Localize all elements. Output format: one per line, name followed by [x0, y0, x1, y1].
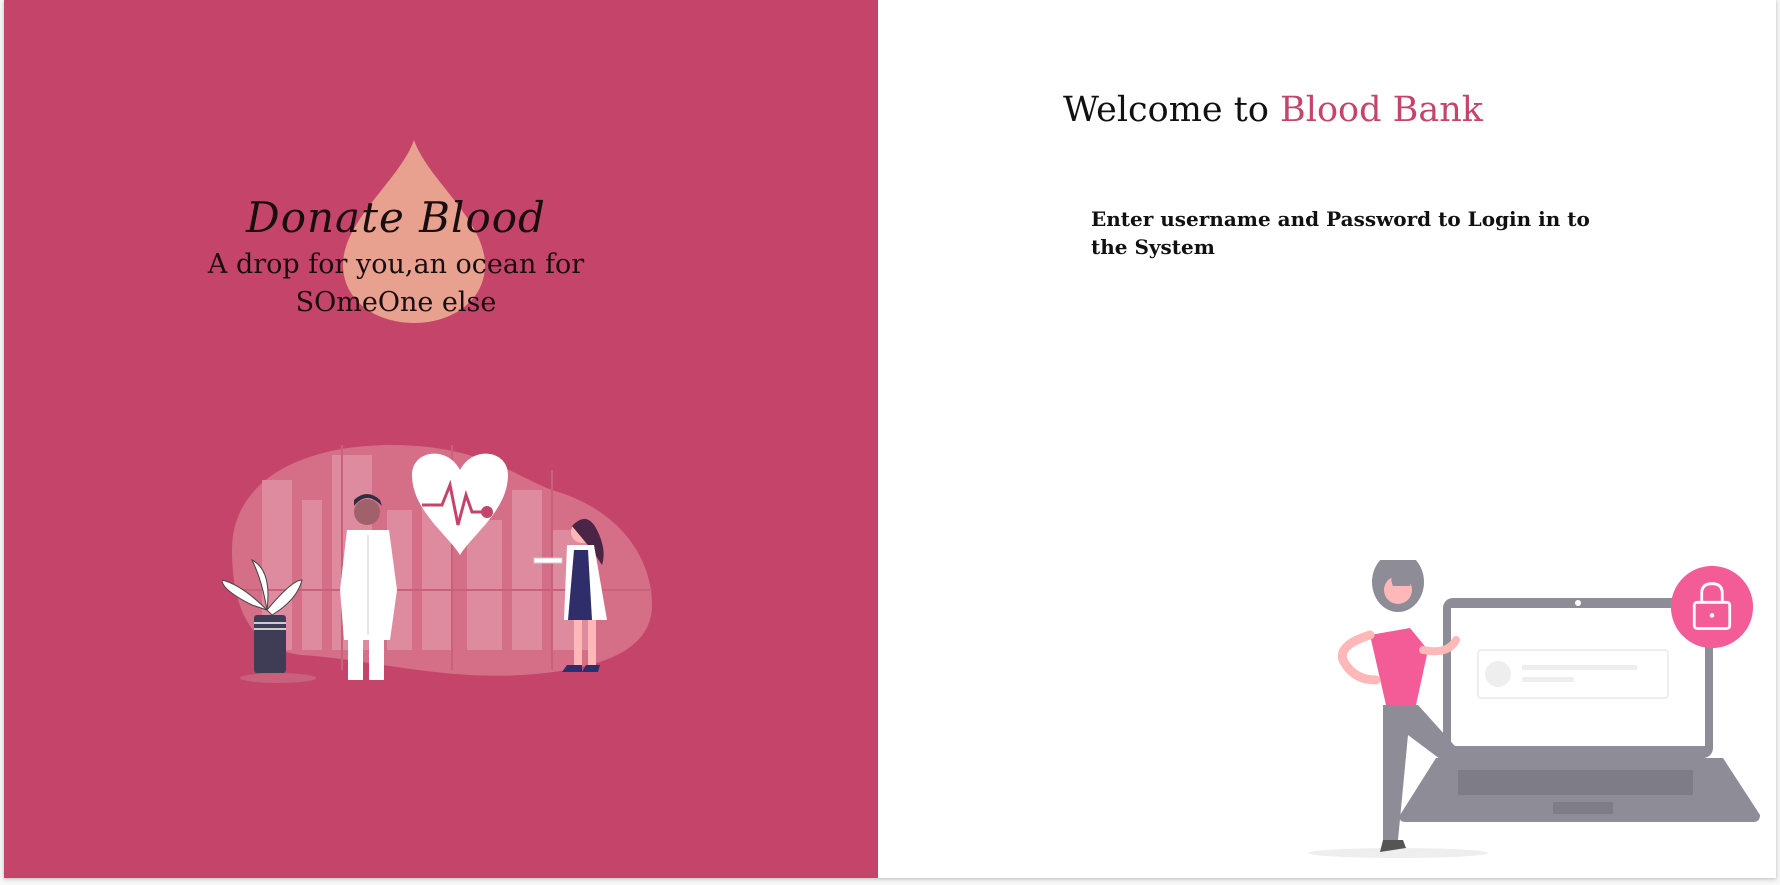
doctors-illustration: [222, 445, 652, 683]
hero-tagline: A drop for you,an ocean for SOmeOne else: [207, 249, 585, 318]
welcome-heading: Welcome to Blood Bank: [878, 90, 1668, 130]
login-panel: Welcome to Blood Bank Enter username and…: [878, 0, 1776, 878]
hero-panel: Donate Blood A drop for you,an ocean for…: [4, 0, 878, 878]
login-instructions: Enter username and Password to Login in …: [1091, 207, 1590, 259]
hero-title: Donate Blood: [246, 193, 546, 242]
brand-name: Blood Bank: [1280, 90, 1483, 130]
welcome-prefix: Welcome to: [1063, 90, 1281, 130]
lock-icon: [1670, 565, 1754, 649]
page-frame: Donate Blood A drop for you,an ocean for…: [4, 0, 1776, 878]
